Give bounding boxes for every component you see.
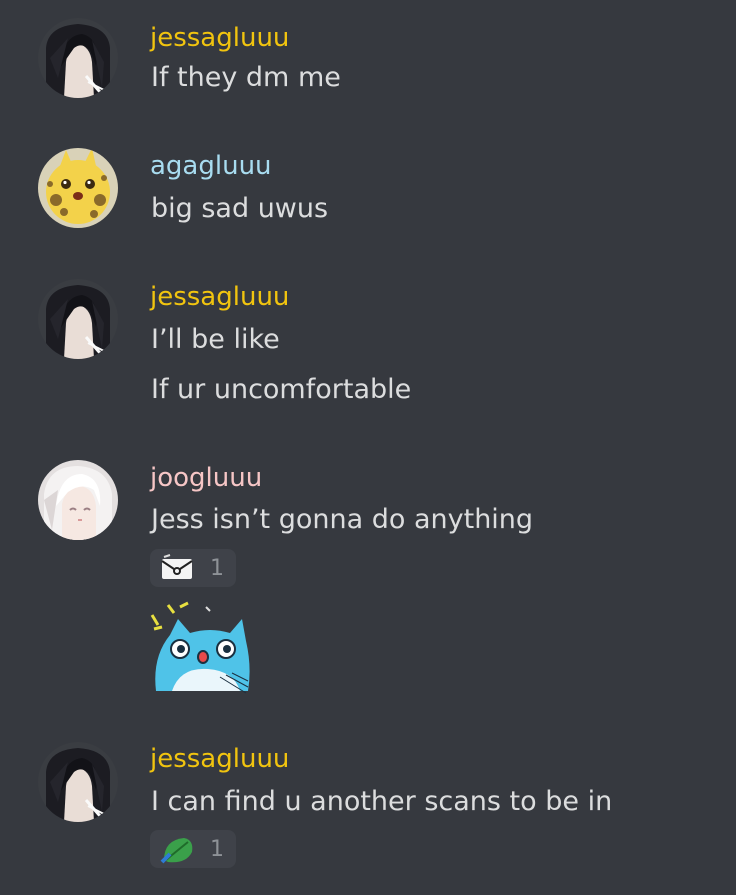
sealed-mail-emoji: [161, 554, 193, 579]
reaction-count: 1: [210, 555, 224, 581]
dark-haired-character-avatar[interactable]: [38, 742, 118, 822]
chat-message-list: jessagluuu If they dm me agagluuu big sa…: [0, 0, 736, 895]
message-text: big sad uwus: [151, 193, 329, 224]
username[interactable]: jessagluuu: [150, 22, 289, 54]
blue-cat-sticker[interactable]: [150, 597, 250, 697]
reaction-button[interactable]: 1: [150, 549, 236, 587]
username[interactable]: agagluuu: [150, 150, 272, 182]
message-text: Jess isn’t gonna do anything: [151, 504, 534, 535]
yellow-creature-avatar[interactable]: [38, 148, 118, 228]
message-text: I can find u another scans to be in: [151, 786, 613, 817]
username[interactable]: jessagluuu: [150, 743, 289, 775]
message-text: If ur uncomfortable: [151, 374, 412, 405]
dark-haired-character-avatar[interactable]: [38, 18, 118, 98]
reaction-count: 1: [210, 836, 224, 862]
username[interactable]: jessagluuu: [150, 281, 289, 313]
white-haired-character-avatar[interactable]: [38, 460, 118, 540]
dark-haired-character-avatar[interactable]: [38, 279, 118, 359]
message-text: I’ll be like: [151, 324, 280, 355]
username[interactable]: joogluuu: [150, 462, 262, 494]
message-text: If they dm me: [151, 62, 341, 93]
green-leaf-emoji: [160, 838, 193, 864]
reaction-button[interactable]: 1: [150, 830, 236, 868]
